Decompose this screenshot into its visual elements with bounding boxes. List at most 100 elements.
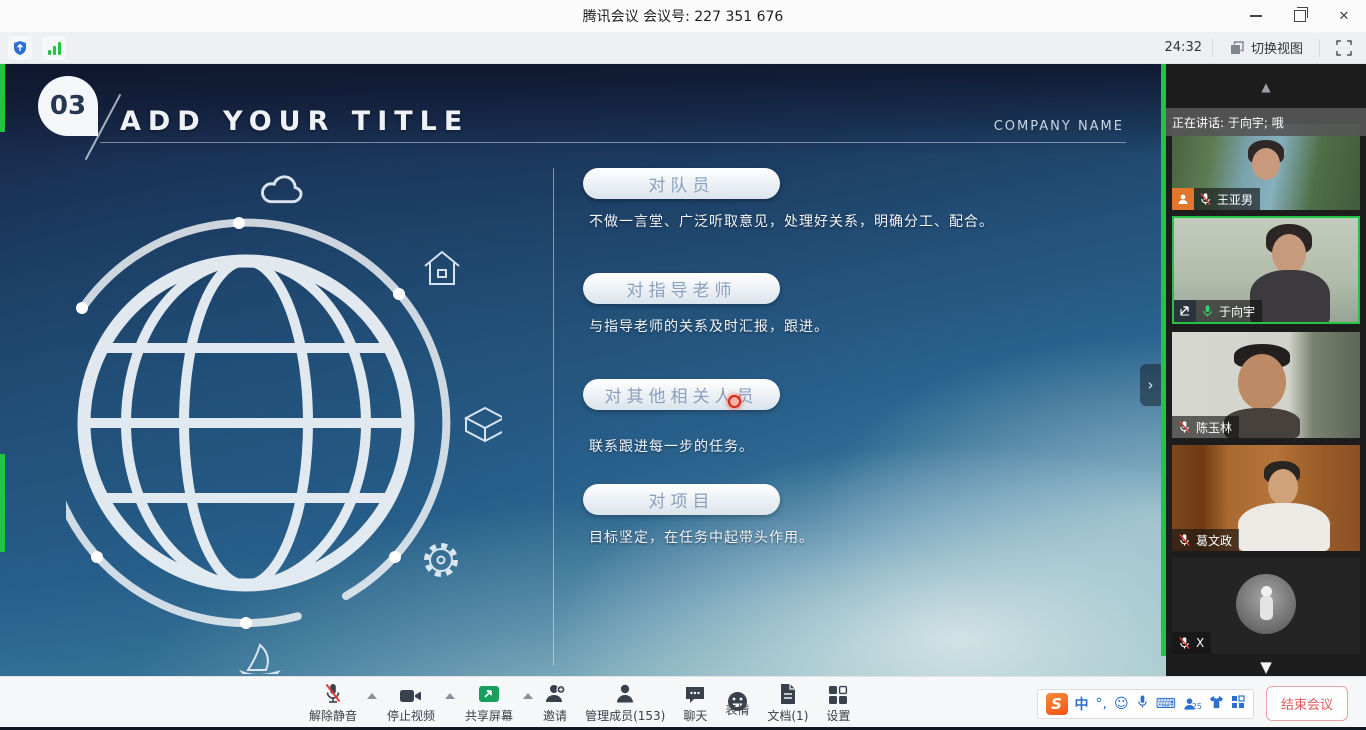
ime-punctuation[interactable]: °, <box>1096 696 1107 712</box>
fullscreen-button[interactable] <box>1330 36 1358 60</box>
user-badge-icon <box>1172 188 1194 210</box>
participant-name: X <box>1196 636 1204 650</box>
participant-tile-speaking[interactable]: 于向宇 <box>1172 216 1360 324</box>
participant-tile[interactable]: 王亚男 <box>1172 124 1360 210</box>
settings-button[interactable]: 设置 <box>826 683 850 724</box>
stop-video-button[interactable]: 停止视频 <box>387 683 435 724</box>
docs-button[interactable]: 文档(1) <box>767 683 808 724</box>
tencent-meeting-window: 腾讯会议 会议号: 227 351 676 ✕ 24:32 切换视图 <box>0 0 1366 730</box>
participant-tile[interactable]: 陈玉林 <box>1172 332 1360 438</box>
screen-share-badge-icon <box>1174 300 1196 322</box>
meeting-timer: 24:32 <box>1165 40 1202 55</box>
scroll-up-icon: ▲ <box>1261 80 1270 94</box>
mic-muted-icon <box>1199 192 1212 206</box>
ime-toolbox-icon[interactable] <box>1231 694 1245 713</box>
minimize-icon <box>1250 15 1262 17</box>
sogou-logo-icon[interactable]: S <box>1046 693 1068 715</box>
section-desc: 不做一言堂、广泛听取意见，处理好关系，明确分工、配合。 <box>589 211 994 231</box>
invite-person-icon <box>544 683 566 705</box>
ime-emoji-icon[interactable]: ☺ <box>1114 696 1129 712</box>
meeting-statusbar: 24:32 切换视图 <box>0 32 1366 64</box>
participant-name: 葛文政 <box>1196 532 1232 549</box>
ime-mode-chinese[interactable]: 中 <box>1075 694 1089 714</box>
participant-tile[interactable]: 葛文政 <box>1172 445 1360 551</box>
scroll-down-icon: ▼ <box>1260 658 1272 676</box>
sailboat-icon <box>242 645 278 674</box>
participants-sidebar: ▲ 正在讲话: 于向宇; 哦 王亚男 <box>1166 64 1366 676</box>
slide-header-rule <box>100 142 1126 143</box>
minimize-button[interactable] <box>1234 0 1278 32</box>
section-pill: 对项目 <box>583 484 780 515</box>
scroll-down-button[interactable]: ▼ <box>1166 658 1366 676</box>
mic-muted-icon <box>323 683 343 705</box>
emoji-button[interactable]: 表情 <box>725 690 749 718</box>
mic-on-icon <box>1201 304 1214 318</box>
slide-section: 对其他相关人员 联系跟进每一步的任务。 <box>583 379 1143 479</box>
window-controls: ✕ <box>1234 0 1366 32</box>
globe-graphic <box>66 172 502 674</box>
share-screen-icon <box>478 683 500 705</box>
manage-members-button[interactable]: 管理成员(153) <box>585 683 665 724</box>
video-options-caret[interactable] <box>445 693 455 699</box>
ime-shirt-icon[interactable] <box>1209 694 1224 713</box>
invite-button[interactable]: 邀请 <box>543 683 567 724</box>
share-border-left <box>0 64 5 132</box>
fullscreen-icon <box>1336 40 1352 56</box>
audio-options-caret[interactable] <box>367 693 377 699</box>
participant-avatar <box>1236 574 1296 634</box>
close-button[interactable]: ✕ <box>1322 0 1366 32</box>
mic-muted-icon <box>1178 636 1191 650</box>
slide-section: 对指导老师 与指导老师的关系及时汇报，跟进。 <box>583 273 1143 373</box>
divider <box>1319 39 1320 57</box>
slide-number-pin: 03 <box>38 76 98 136</box>
cloud-icon <box>262 177 301 202</box>
window-title: 腾讯会议 会议号: 227 351 676 <box>583 6 784 26</box>
house-icon <box>425 252 459 284</box>
mic-muted-icon <box>1178 533 1191 547</box>
participant-name: 于向宇 <box>1219 303 1255 320</box>
unmute-button[interactable]: 解除静音 <box>309 683 357 724</box>
ime-toolbar: S 中 °, ☺ ⌨ 25 <box>1037 689 1254 719</box>
shared-screen-slide: 03 ADD YOUR TITLE COMPANY NAME <box>0 64 1166 676</box>
section-pill: 对其他相关人员 <box>583 379 780 410</box>
divider <box>1212 39 1213 57</box>
switch-view-icon <box>1229 40 1245 56</box>
speaking-banner: 正在讲话: 于向宇; 哦 <box>1166 108 1366 136</box>
members-icon <box>614 683 636 705</box>
laser-pointer-dot <box>728 395 741 408</box>
ime-voice-icon[interactable] <box>1136 694 1149 713</box>
section-pill: 对队员 <box>583 168 780 199</box>
participant-name: 陈玉林 <box>1196 419 1232 436</box>
document-icon <box>779 683 797 705</box>
slide-vertical-divider <box>553 168 554 666</box>
security-shield-icon[interactable] <box>8 36 32 60</box>
restore-icon <box>1294 10 1306 22</box>
network-signal-icon[interactable] <box>42 36 66 60</box>
chat-button[interactable]: 聊天 <box>683 683 707 724</box>
switch-view-button[interactable]: 切换视图 <box>1223 38 1309 57</box>
section-desc: 与指导老师的关系及时汇报，跟进。 <box>589 316 829 336</box>
chat-bubble-icon <box>684 683 706 705</box>
share-screen-button[interactable]: 共享屏幕 <box>465 683 513 724</box>
maximize-restore-button[interactable] <box>1278 0 1322 32</box>
ime-keyboard-icon[interactable]: ⌨ <box>1156 696 1176 712</box>
share-border-right <box>1161 64 1166 656</box>
sidebar-collapse-handle[interactable]: › <box>1140 364 1161 406</box>
meeting-toolbar: 解除静音 停止视频 共享屏幕 邀请 管理成员(15 <box>0 676 1366 730</box>
camera-icon <box>399 683 423 705</box>
section-desc: 联系跟进每一步的任务。 <box>589 436 754 456</box>
participant-name: 王亚男 <box>1217 191 1253 208</box>
slide-section: 对项目 目标坚定，在任务中起带头作用。 <box>583 484 1143 584</box>
chevron-right-icon: › <box>1148 376 1154 394</box>
ime-skin-person-icon[interactable]: 25 <box>1183 697 1202 711</box>
participant-tile[interactable]: X <box>1172 558 1360 654</box>
share-border-left <box>0 454 5 552</box>
share-options-caret[interactable] <box>523 693 533 699</box>
section-desc: 目标坚定，在任务中起带头作用。 <box>589 527 814 547</box>
close-icon: ✕ <box>1339 9 1350 24</box>
end-meeting-button[interactable]: 结束会议 <box>1266 686 1348 721</box>
apps-grid-icon <box>828 683 848 705</box>
scroll-up-button[interactable]: ▲ <box>1166 80 1366 94</box>
gear-icon <box>427 546 456 575</box>
section-pill: 对指导老师 <box>583 273 780 304</box>
